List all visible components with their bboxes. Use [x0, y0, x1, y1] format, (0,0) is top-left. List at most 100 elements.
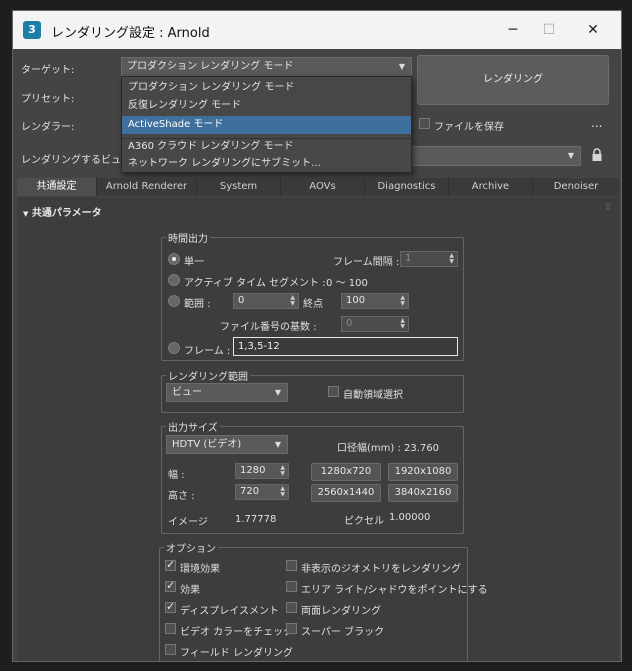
frame-interval-spinner[interactable]: 1 ▲ ▼	[400, 251, 458, 267]
option-label: 非表示のジオメトリをレンダリング	[301, 564, 461, 575]
save-file-label: ファイルを保存	[434, 122, 504, 133]
view-label: レンダリングするビュー:	[21, 155, 135, 166]
frames-radio[interactable]	[168, 342, 180, 354]
close-button[interactable]: ✕	[579, 19, 607, 41]
auto-region-label: 自動領域選択	[343, 390, 403, 401]
preset-label: プリセット:	[21, 94, 75, 105]
renderer-label: レンダラー:	[21, 122, 75, 133]
spinner-arrows-icon: ▲ ▼	[400, 294, 405, 307]
title-bar[interactable]: 3 レンダリング設定 : Arnold ─ ☐ ✕	[13, 11, 621, 49]
target-label: ターゲット:	[21, 65, 75, 76]
section-title: 共通パラメータ	[31, 208, 102, 219]
active-segment-value: 0 〜 100	[326, 278, 368, 289]
spinner-arrows-icon: ▲ ▼	[449, 252, 454, 265]
render-button[interactable]: レンダリング	[417, 55, 609, 105]
range-start-spinner[interactable]: 0 ▲ ▼	[233, 293, 299, 309]
option-checkbox[interactable]	[286, 602, 297, 613]
option-checkbox[interactable]	[165, 600, 176, 613]
active-segment-label: アクティブ タイム セグメント :	[184, 278, 326, 289]
menu-item-a360-cloud[interactable]: A360 クラウド レンダリング モード	[122, 138, 411, 156]
chevron-down-icon: ▼	[567, 151, 574, 160]
target-value: プロダクション レンダリング モード	[127, 61, 294, 72]
tab-archive[interactable]: Archive	[449, 178, 533, 196]
group-title: オプション	[164, 540, 218, 555]
menu-item-production[interactable]: プロダクション レンダリング モード	[122, 79, 411, 97]
preset-3840x2160-button[interactable]: 3840x2160	[388, 484, 458, 502]
spinner-arrows-icon: ▲ ▼	[280, 485, 285, 498]
menu-item-activeshade[interactable]: ActiveShade モード	[122, 116, 411, 134]
single-label: 単一	[184, 257, 204, 268]
common-settings-panel: ▼ 共通パラメータ ⠿ 時間出力 単一 フレーム間隔 : 1 ▲ ▼ アクティブ …	[17, 197, 619, 661]
option-checkbox[interactable]	[286, 623, 297, 634]
option-checkbox[interactable]	[165, 623, 176, 634]
tab-system[interactable]: System	[197, 178, 281, 196]
tab-denoiser[interactable]: Denoiser	[533, 178, 619, 196]
option-checkbox[interactable]	[286, 560, 297, 571]
option-label: フィールド レンダリング	[180, 648, 293, 659]
minimize-button[interactable]: ─	[499, 19, 527, 41]
app-icon: 3	[23, 21, 41, 39]
render-settings-window: 3 レンダリング設定 : Arnold ─ ☐ ✕ ターゲット: プロダクション…	[12, 10, 622, 662]
range-end-value: 100	[346, 295, 366, 306]
save-file-checkbox[interactable]	[419, 118, 430, 129]
pixel-aspect-label: ピクセル	[344, 516, 384, 527]
active-segment-radio[interactable]	[168, 274, 180, 286]
height-value: 720	[240, 486, 260, 497]
tab-common[interactable]: 共通設定	[17, 178, 97, 196]
option-checkbox[interactable]	[165, 644, 176, 655]
tab-diagnostics[interactable]: Diagnostics	[365, 178, 449, 196]
file-number-value: 0	[346, 318, 353, 329]
frames-input[interactable]: 1,3,5-12	[233, 337, 458, 356]
spinner-arrows-icon: ▲ ▼	[290, 294, 295, 307]
option-label: ディスプレイスメント	[180, 606, 279, 617]
preset-1280x720-button[interactable]: 1280x720	[311, 463, 381, 481]
frames-label: フレーム :	[184, 346, 231, 357]
option-checkbox[interactable]	[165, 558, 176, 571]
width-label: 幅 :	[168, 470, 185, 481]
menu-item-iterative[interactable]: 反復レンダリング モード	[122, 97, 411, 115]
auto-region-checkbox[interactable]	[328, 386, 339, 397]
preset-2560x1440-button[interactable]: 2560x1440	[311, 484, 381, 502]
chevron-down-icon: ▼	[398, 62, 405, 71]
width-spinner[interactable]: 1280 ▲ ▼	[235, 463, 289, 479]
menu-item-network-submit[interactable]: ネットワーク レンダリングにサブミット...	[122, 155, 411, 173]
view-dropdown[interactable]: ▼	[411, 146, 581, 166]
option-label: エリア ライト/シャドウをポイントにする	[301, 585, 488, 596]
render-area-value: ビュー	[172, 387, 202, 398]
target-dropdown-menu: プロダクション レンダリング モード 反復レンダリング モード ActiveSh…	[121, 76, 412, 173]
more-options-button[interactable]: ...	[591, 116, 602, 130]
preset-1920x1080-button[interactable]: 1920x1080	[388, 463, 458, 481]
option-label: 両面レンダリング	[301, 606, 381, 617]
chevron-down-icon: ▼	[274, 440, 281, 449]
option-label: 環境効果	[180, 564, 220, 575]
spinner-arrows-icon: ▲ ▼	[280, 464, 285, 477]
option-checkbox[interactable]	[286, 581, 297, 592]
single-radio[interactable]	[168, 253, 180, 265]
range-radio[interactable]	[168, 295, 180, 307]
height-spinner[interactable]: 720 ▲ ▼	[235, 484, 289, 500]
lock-icon[interactable]	[591, 148, 603, 162]
tab-aovs[interactable]: AOVs	[281, 178, 365, 196]
settings-tabs: 共通設定 Arnold Renderer System AOVs Diagnos…	[17, 178, 619, 196]
tab-arnold-renderer[interactable]: Arnold Renderer	[97, 178, 197, 196]
option-label: スーパー ブラック	[301, 627, 385, 638]
render-area-dropdown[interactable]: ビュー ▼	[166, 383, 288, 402]
range-end-spinner[interactable]: 100 ▲ ▼	[341, 293, 409, 309]
spinner-arrows-icon: ▲ ▼	[400, 317, 405, 330]
collapse-icon: ▼	[23, 210, 29, 218]
frame-interval-label: フレーム間隔 :	[333, 257, 400, 268]
target-dropdown[interactable]: プロダクション レンダリング モード ▼	[121, 57, 412, 77]
maximize-button[interactable]: ☐	[535, 19, 563, 41]
grip-icon[interactable]: ⠿	[605, 203, 611, 212]
group-title: 時間出力	[166, 230, 210, 245]
file-number-label: ファイル番号の基数 :	[220, 322, 317, 333]
option-checkbox[interactable]	[165, 579, 176, 592]
output-size-preset-dropdown[interactable]: HDTV (ビデオ) ▼	[166, 435, 288, 454]
range-end-label: 終点	[303, 299, 323, 310]
image-aspect-label: イメージ	[168, 517, 208, 528]
frame-interval-value: 1	[405, 253, 412, 264]
option-label: ビデオ カラーをチェック	[180, 627, 294, 638]
common-parameters-rollout[interactable]: ▼ 共通パラメータ	[23, 204, 102, 219]
range-start-value: 0	[238, 295, 245, 306]
file-number-spinner[interactable]: 0 ▲ ▼	[341, 316, 409, 332]
